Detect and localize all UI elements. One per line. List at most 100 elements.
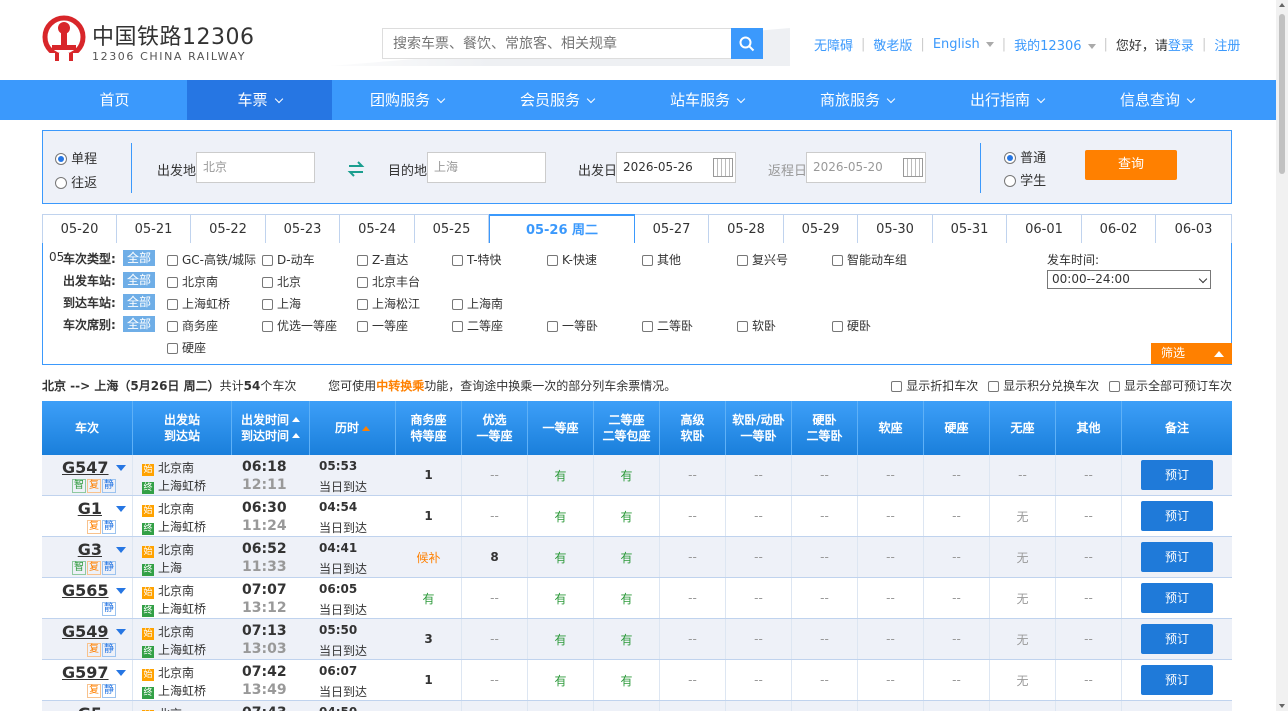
seat-availability[interactable]: 有 [528,619,594,659]
seat-availability[interactable]: 有 [528,578,594,618]
seat-availability[interactable]: 有 [528,660,594,700]
book-button[interactable]: 预订 [1141,460,1213,490]
register-link[interactable]: 注册 [1214,35,1240,54]
swap-icon[interactable] [347,161,365,177]
seat-availability[interactable]: 无 [990,537,1056,577]
book-button[interactable]: 预订 [1141,665,1213,695]
date-tab[interactable]: 05-28 [709,215,784,244]
book-button[interactable]: 预订 [1141,624,1213,654]
seat-availability[interactable]: 8 [462,537,528,577]
scroll-down-icon[interactable] [1279,704,1285,708]
seat-availability[interactable]: 3 [396,619,462,659]
language-select[interactable]: English [933,37,994,52]
filter-seat[interactable]: 优选一等座 [262,317,337,334]
seat-availability[interactable]: 有 [594,578,660,618]
return-date-input[interactable]: 2026-05-20 [806,152,926,183]
query-button[interactable]: 查询 [1085,150,1177,180]
seat-availability[interactable]: 候补 [396,537,462,577]
seat-availability[interactable]: 有 [594,619,660,659]
nav-item-home[interactable]: 首页 [42,80,187,120]
to-station-input[interactable]: 上海 [427,152,546,183]
seat-availability[interactable]: 无 [990,578,1056,618]
filter-seat[interactable]: 一等座 [357,317,408,334]
login-link[interactable]: 登录 [1168,35,1194,54]
scrollbar-thumb[interactable] [1279,14,1285,174]
date-tab[interactable]: 05-21 [117,215,191,244]
train-number-link[interactable]: G3 [62,540,102,559]
passenger-normal-option[interactable]: 普通 [1004,147,1046,166]
date-tab[interactable]: 05-24 [340,215,415,244]
chevron-down-icon[interactable] [116,547,126,553]
filter-from-station[interactable]: 北京南 [167,273,218,290]
chevron-down-icon[interactable] [116,506,126,512]
seat-availability[interactable]: 有 [594,496,660,536]
col-times[interactable]: 出发时间 到达时间 [232,401,310,455]
seat-availability[interactable]: 有 [594,660,660,700]
filter-type-z[interactable]: Z-直达 [357,251,408,268]
date-tab[interactable]: 05-30 [858,215,933,244]
dep-time-select[interactable]: 00:00--24:00 [1047,270,1211,289]
book-button[interactable]: 预订 [1141,583,1213,613]
train-type-all-button[interactable]: 全部 [123,250,155,266]
filter-to-station[interactable]: 上海南 [452,295,503,312]
chevron-down-icon[interactable] [116,670,126,676]
date-tab[interactable]: 06-01 [1007,215,1082,244]
transfer-link[interactable]: 中转换乘 [376,379,424,393]
date-tab[interactable]: 05-29 [784,215,858,244]
nav-item-group[interactable]: 团购服务 [332,80,482,120]
train-number-link[interactable]: G1 [62,499,102,518]
vertical-scrollbar[interactable] [1276,0,1288,711]
option-points[interactable]: 显示积分兑换车次 [988,379,1099,393]
filter-seat[interactable]: 硬座 [167,339,206,356]
date-tab[interactable]: 05-22 [191,215,266,244]
filter-to-station[interactable]: 上海 [262,295,301,312]
filter-to-station[interactable]: 上海虹桥 [167,295,230,312]
passenger-student-option[interactable]: 学生 [1004,170,1046,189]
seat-availability[interactable]: 有 [528,496,594,536]
nav-item-tickets[interactable]: 车票 [187,80,332,120]
filter-from-station[interactable]: 北京丰台 [357,273,420,290]
filter-from-station[interactable]: 北京 [262,273,301,290]
logo[interactable]: 中国铁路12306 12306 CHINA RAILWAY [42,15,254,65]
filter-type-smart[interactable]: 智能动车组 [832,251,907,268]
filter-seat[interactable]: 二等座 [452,317,503,334]
date-tab[interactable]: 06-02 [1082,215,1156,244]
seat-availability[interactable]: 有 [528,537,594,577]
train-number-link[interactable]: G549 [62,622,109,641]
seat-availability[interactable]: 无 [990,496,1056,536]
nav-item-member[interactable]: 会员服务 [482,80,632,120]
from-station-input[interactable]: 北京 [196,152,315,183]
seat-availability[interactable]: 有 [594,537,660,577]
filter-type-gc[interactable]: GC-高铁/城际 [167,251,256,268]
date-tab[interactable]: 05-27 [635,215,709,244]
depart-date-input[interactable]: 2026-05-26 [616,152,736,183]
book-button[interactable]: 预订 [1141,501,1213,531]
date-tab[interactable]: 06-03 [1156,215,1231,244]
date-tab[interactable]: 05-20 [43,215,117,244]
option-discount[interactable]: 显示折扣车次 [891,379,978,393]
seat-availability[interactable]: 1 [396,455,462,495]
nav-item-station[interactable]: 站车服务 [632,80,782,120]
book-button[interactable]: 预订 [1141,542,1213,572]
filter-seat[interactable]: 商务座 [167,317,218,334]
trip-roundtrip-option[interactable]: 往返 [55,172,97,191]
seat-availability[interactable]: 无 [990,660,1056,700]
search-input[interactable] [383,29,723,58]
date-tab[interactable]: 05-23 [266,215,340,244]
filter-seat[interactable]: 二等卧 [642,317,693,334]
nav-item-guide[interactable]: 出行指南 [932,80,1082,120]
to-station-all-button[interactable]: 全部 [123,294,155,310]
filter-to-station[interactable]: 上海松江 [357,295,420,312]
train-number-link[interactable]: G5 [62,704,102,711]
filter-type-fuxing[interactable]: 复兴号 [737,251,788,268]
my12306-menu[interactable]: 我的12306 [1014,35,1096,54]
seat-all-button[interactable]: 全部 [123,316,155,332]
nav-item-info[interactable]: 信息查询 [1082,80,1232,120]
nav-item-business[interactable]: 商旅服务 [782,80,932,120]
date-tab[interactable]: 05-25 [415,215,489,244]
filter-toggle-button[interactable]: 筛选 [1151,343,1232,364]
chevron-down-icon[interactable] [116,465,126,471]
seat-availability[interactable]: 1 [396,660,462,700]
chevron-down-icon[interactable] [116,629,126,635]
filter-seat[interactable]: 一等卧 [547,317,598,334]
